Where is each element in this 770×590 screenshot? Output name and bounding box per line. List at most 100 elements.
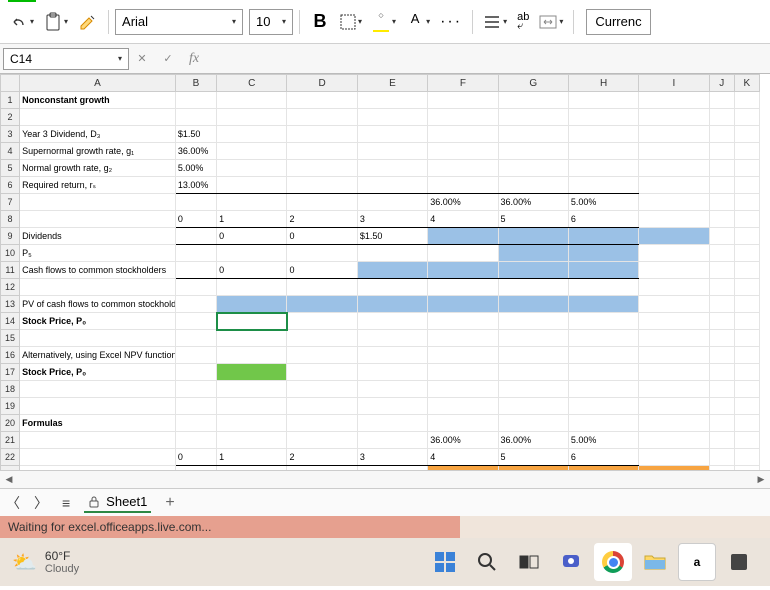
- cell-D15[interactable]: [287, 330, 357, 347]
- cell-E3[interactable]: [357, 126, 427, 143]
- cell-G20[interactable]: [498, 415, 568, 432]
- cell-D1[interactable]: [287, 92, 357, 109]
- cell-E5[interactable]: [357, 160, 427, 177]
- cell-G15[interactable]: [498, 330, 568, 347]
- cell-E23[interactable]: $1.5000: [357, 466, 427, 471]
- cell-C2[interactable]: [217, 109, 287, 126]
- cell-G4[interactable]: [498, 143, 568, 160]
- row-header-20[interactable]: 20: [1, 415, 20, 432]
- cell-E20[interactable]: [357, 415, 427, 432]
- cell-A22[interactable]: [20, 449, 176, 466]
- cell-C6[interactable]: [217, 177, 287, 194]
- more-formatting-button[interactable]: ···: [436, 7, 466, 37]
- cell-K12[interactable]: [734, 279, 759, 296]
- add-sheet-button[interactable]: +: [165, 494, 174, 512]
- app2-button[interactable]: [720, 543, 758, 581]
- cell-I4[interactable]: [639, 143, 709, 160]
- cell-D16[interactable]: [287, 347, 357, 364]
- cell-B15[interactable]: [175, 330, 216, 347]
- cell-J4[interactable]: [709, 143, 734, 160]
- spreadsheet-grid[interactable]: ABCDEFGHIJK1Nonconstant growth23Year 3 D…: [0, 74, 770, 470]
- cell-E21[interactable]: [357, 432, 427, 449]
- cell-C15[interactable]: [217, 330, 287, 347]
- cell-I14[interactable]: [639, 313, 709, 330]
- cell-A15[interactable]: [20, 330, 176, 347]
- cell-B12[interactable]: [175, 279, 216, 296]
- cell-G16[interactable]: [498, 347, 568, 364]
- cell-J18[interactable]: [709, 381, 734, 398]
- column-header-J[interactable]: J: [709, 75, 734, 92]
- cell-H14[interactable]: [568, 313, 638, 330]
- cell-D4[interactable]: [287, 143, 357, 160]
- cell-C9[interactable]: 0: [217, 228, 287, 245]
- cell-H2[interactable]: [568, 109, 638, 126]
- cell-A10[interactable]: P₅: [20, 245, 176, 262]
- cell-K16[interactable]: [734, 347, 759, 364]
- cell-C8[interactable]: 1: [217, 211, 287, 228]
- cell-C3[interactable]: [217, 126, 287, 143]
- cell-G11[interactable]: [498, 262, 568, 279]
- cell-D14[interactable]: [287, 313, 357, 330]
- cell-E15[interactable]: [357, 330, 427, 347]
- scroll-left-button[interactable]: ◀: [0, 474, 18, 485]
- column-header-F[interactable]: F: [428, 75, 498, 92]
- cell-J12[interactable]: [709, 279, 734, 296]
- cell-C12[interactable]: [217, 279, 287, 296]
- cell-I2[interactable]: [639, 109, 709, 126]
- column-header-K[interactable]: K: [734, 75, 759, 92]
- cell-E6[interactable]: [357, 177, 427, 194]
- cell-G8[interactable]: 5: [498, 211, 568, 228]
- cell-B7[interactable]: [175, 194, 216, 211]
- cell-B13[interactable]: [175, 296, 216, 313]
- font-family-select[interactable]: Arial ▾: [115, 9, 243, 35]
- cell-A11[interactable]: Cash flows to common stockholders: [20, 262, 176, 279]
- row-header-4[interactable]: 4: [1, 143, 20, 160]
- row-header-7[interactable]: 7: [1, 194, 20, 211]
- cell-H12[interactable]: [568, 279, 638, 296]
- cell-C10[interactable]: [217, 245, 287, 262]
- cell-F2[interactable]: [428, 109, 498, 126]
- cell-J8[interactable]: [709, 211, 734, 228]
- cell-G14[interactable]: [498, 313, 568, 330]
- cell-H11[interactable]: [568, 262, 638, 279]
- cell-I15[interactable]: [639, 330, 709, 347]
- cell-F19[interactable]: [428, 398, 498, 415]
- cell-F8[interactable]: 4: [428, 211, 498, 228]
- cell-J1[interactable]: [709, 92, 734, 109]
- row-header-21[interactable]: 21: [1, 432, 20, 449]
- cell-E18[interactable]: [357, 381, 427, 398]
- cell-A13[interactable]: PV of cash flows to common stockholders: [20, 296, 176, 313]
- row-header-11[interactable]: 11: [1, 262, 20, 279]
- alignment-button[interactable]: ▾: [479, 7, 511, 37]
- cell-E11[interactable]: [357, 262, 427, 279]
- cell-D22[interactable]: 2: [287, 449, 357, 466]
- cell-I5[interactable]: [639, 160, 709, 177]
- cell-F9[interactable]: [428, 228, 498, 245]
- cell-K6[interactable]: [734, 177, 759, 194]
- cell-K22[interactable]: [734, 449, 759, 466]
- cell-C18[interactable]: [217, 381, 287, 398]
- cell-C5[interactable]: [217, 160, 287, 177]
- app-button[interactable]: a: [678, 543, 716, 581]
- format-painter-button[interactable]: [74, 7, 102, 37]
- cell-K20[interactable]: [734, 415, 759, 432]
- accept-formula-button[interactable]: ✓: [155, 48, 181, 70]
- cell-J2[interactable]: [709, 109, 734, 126]
- cell-H13[interactable]: [568, 296, 638, 313]
- cell-A19[interactable]: [20, 398, 176, 415]
- cell-G1[interactable]: [498, 92, 568, 109]
- cell-A16[interactable]: Alternatively, using Excel NPV function:: [20, 347, 176, 364]
- cell-K11[interactable]: [734, 262, 759, 279]
- cell-C14[interactable]: [217, 313, 287, 330]
- cell-G6[interactable]: [498, 177, 568, 194]
- cell-G19[interactable]: [498, 398, 568, 415]
- cell-C4[interactable]: [217, 143, 287, 160]
- cell-K21[interactable]: [734, 432, 759, 449]
- cell-E4[interactable]: [357, 143, 427, 160]
- cell-A4[interactable]: Supernormal growth rate, g₁: [20, 143, 176, 160]
- cell-J17[interactable]: [709, 364, 734, 381]
- cell-F21[interactable]: 36.00%: [428, 432, 498, 449]
- cell-B6[interactable]: 13.00%: [175, 177, 216, 194]
- cell-J16[interactable]: [709, 347, 734, 364]
- scroll-right-button[interactable]: ▶: [752, 474, 770, 485]
